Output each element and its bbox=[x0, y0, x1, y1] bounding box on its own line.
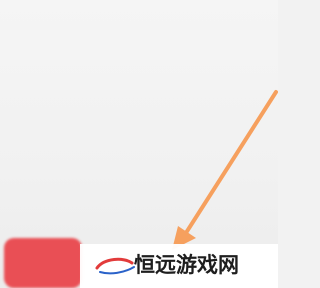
screenshot-area: 恒远游戏网 bbox=[0, 0, 278, 288]
red-action-button[interactable] bbox=[4, 238, 82, 288]
watermark: 恒远游戏网 bbox=[80, 244, 278, 288]
watermark-brand-text: 恒远游戏网 bbox=[134, 252, 239, 277]
